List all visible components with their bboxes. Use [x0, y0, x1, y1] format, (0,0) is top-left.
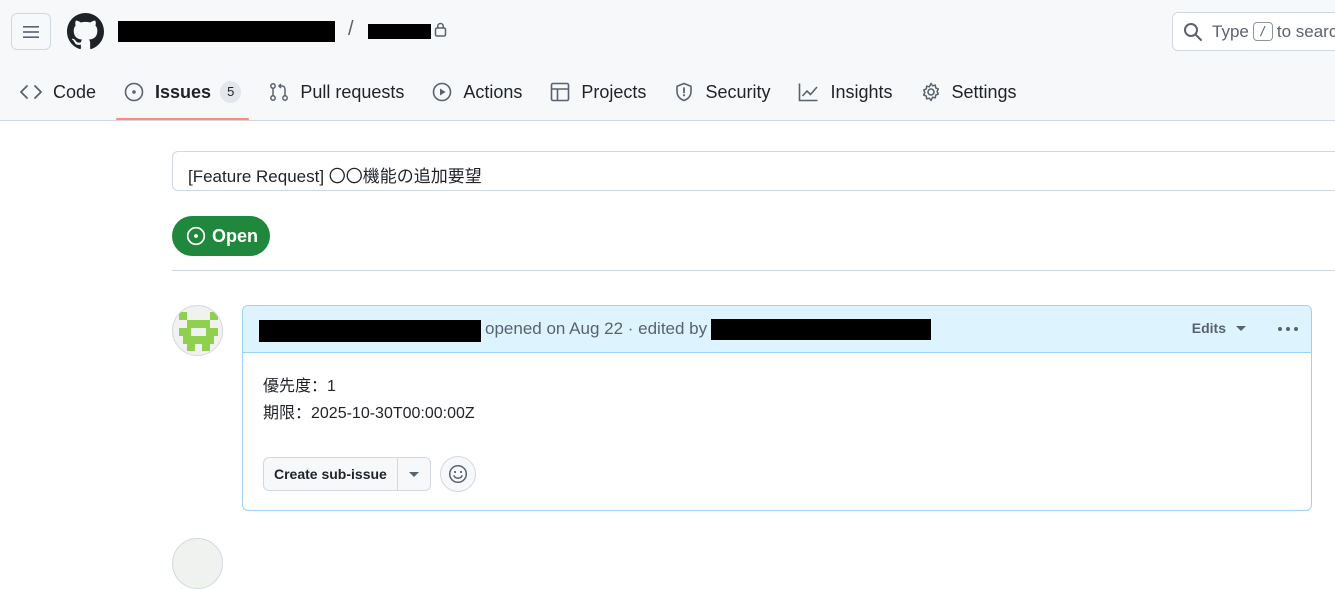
tab-projects[interactable]: Projects — [542, 72, 654, 112]
tab-security-label: Security — [705, 81, 771, 102]
github-logo-icon[interactable] — [67, 13, 104, 50]
play-icon — [433, 82, 452, 102]
create-subissue-dropdown-button[interactable] — [398, 458, 430, 490]
issue-comment: opened on Aug 22 · edited by Edits 優先度：1… — [242, 305, 1312, 511]
comment-header: opened on Aug 22 · edited by Edits — [243, 306, 1311, 353]
path-separator: / — [348, 18, 354, 40]
tab-actions-label: Actions — [463, 81, 523, 102]
repo-name-redacted[interactable] — [368, 24, 431, 39]
editor-name-redacted[interactable] — [711, 318, 932, 340]
tab-code-label: Code — [53, 81, 97, 102]
issues-counter: 5 — [220, 81, 242, 103]
issue-state-label: Open — [212, 225, 259, 246]
issue-opened-icon — [186, 226, 206, 246]
author-name-redacted[interactable] — [259, 320, 481, 342]
tab-pull-requests[interactable]: Pull requests — [261, 72, 412, 112]
graph-icon — [799, 83, 819, 102]
comment-actions: Create sub-issue — [263, 456, 476, 492]
avatar[interactable] — [172, 305, 223, 356]
tab-insights-label: Insights — [830, 81, 893, 102]
deadline-line: 期限：2025-10-30T00:00:00Z — [263, 405, 475, 422]
caret-down-icon — [1236, 325, 1246, 331]
owner-name-redacted[interactable] — [118, 21, 335, 42]
search-shortcut-key: / — [1252, 22, 1273, 41]
tab-issues-label: Issues — [155, 81, 212, 102]
identicon-icon — [179, 312, 218, 351]
smiley-icon — [448, 464, 467, 484]
repo-header: / Type / to search Code Issues 5 Pull re… — [0, 0, 1335, 121]
issue-opened-icon — [124, 82, 144, 102]
create-subissue-button[interactable]: Create sub-issue — [264, 458, 398, 490]
header-divider — [172, 270, 1335, 271]
priority-line: 優先度：1 — [263, 378, 336, 395]
lock-icon — [434, 22, 447, 37]
search-icon — [1184, 22, 1202, 41]
menu-button[interactable] — [11, 13, 51, 50]
add-reaction-button[interactable] — [439, 456, 476, 492]
hamburger-icon — [23, 25, 39, 38]
table-icon — [551, 82, 570, 102]
code-icon — [20, 85, 42, 99]
search-placeholder-prefix: Type — [1212, 21, 1249, 41]
search-placeholder-suffix: to search — [1276, 21, 1335, 41]
gear-icon — [922, 82, 939, 102]
comment-body: 優先度：1 期限：2025-10-30T00:00:00Z — [243, 353, 1311, 427]
repo-tabs: Code Issues 5 Pull requests Actions Proj… — [0, 72, 1037, 120]
tab-actions[interactable]: Actions — [424, 72, 530, 112]
search-box[interactable]: Type / to search — [1172, 12, 1335, 51]
issue-state-badge: Open — [172, 216, 270, 256]
tab-settings[interactable]: Settings — [913, 72, 1025, 112]
tab-code[interactable]: Code — [12, 72, 104, 112]
kebab-horizontal-icon[interactable] — [1277, 320, 1299, 338]
edits-dropdown[interactable]: Edits — [1192, 320, 1246, 336]
shield-icon — [676, 82, 693, 102]
tab-pull-requests-label: Pull requests — [300, 81, 405, 102]
caret-down-icon — [408, 471, 419, 477]
issue-title-field[interactable]: [Feature Request] 〇〇機能の追加要望 — [172, 151, 1335, 191]
git-pull-request-icon — [270, 83, 289, 101]
tab-settings-label: Settings — [951, 81, 1017, 102]
create-subissue-group: Create sub-issue — [263, 457, 431, 491]
tab-security[interactable]: Security — [666, 72, 778, 112]
tab-projects-label: Projects — [581, 81, 647, 102]
tab-insights[interactable]: Insights — [790, 72, 900, 112]
comment-meta: opened on Aug 22 · edited by — [485, 319, 708, 338]
tab-issues[interactable]: Issues 5 — [116, 72, 250, 120]
edits-label: Edits — [1191, 320, 1226, 336]
